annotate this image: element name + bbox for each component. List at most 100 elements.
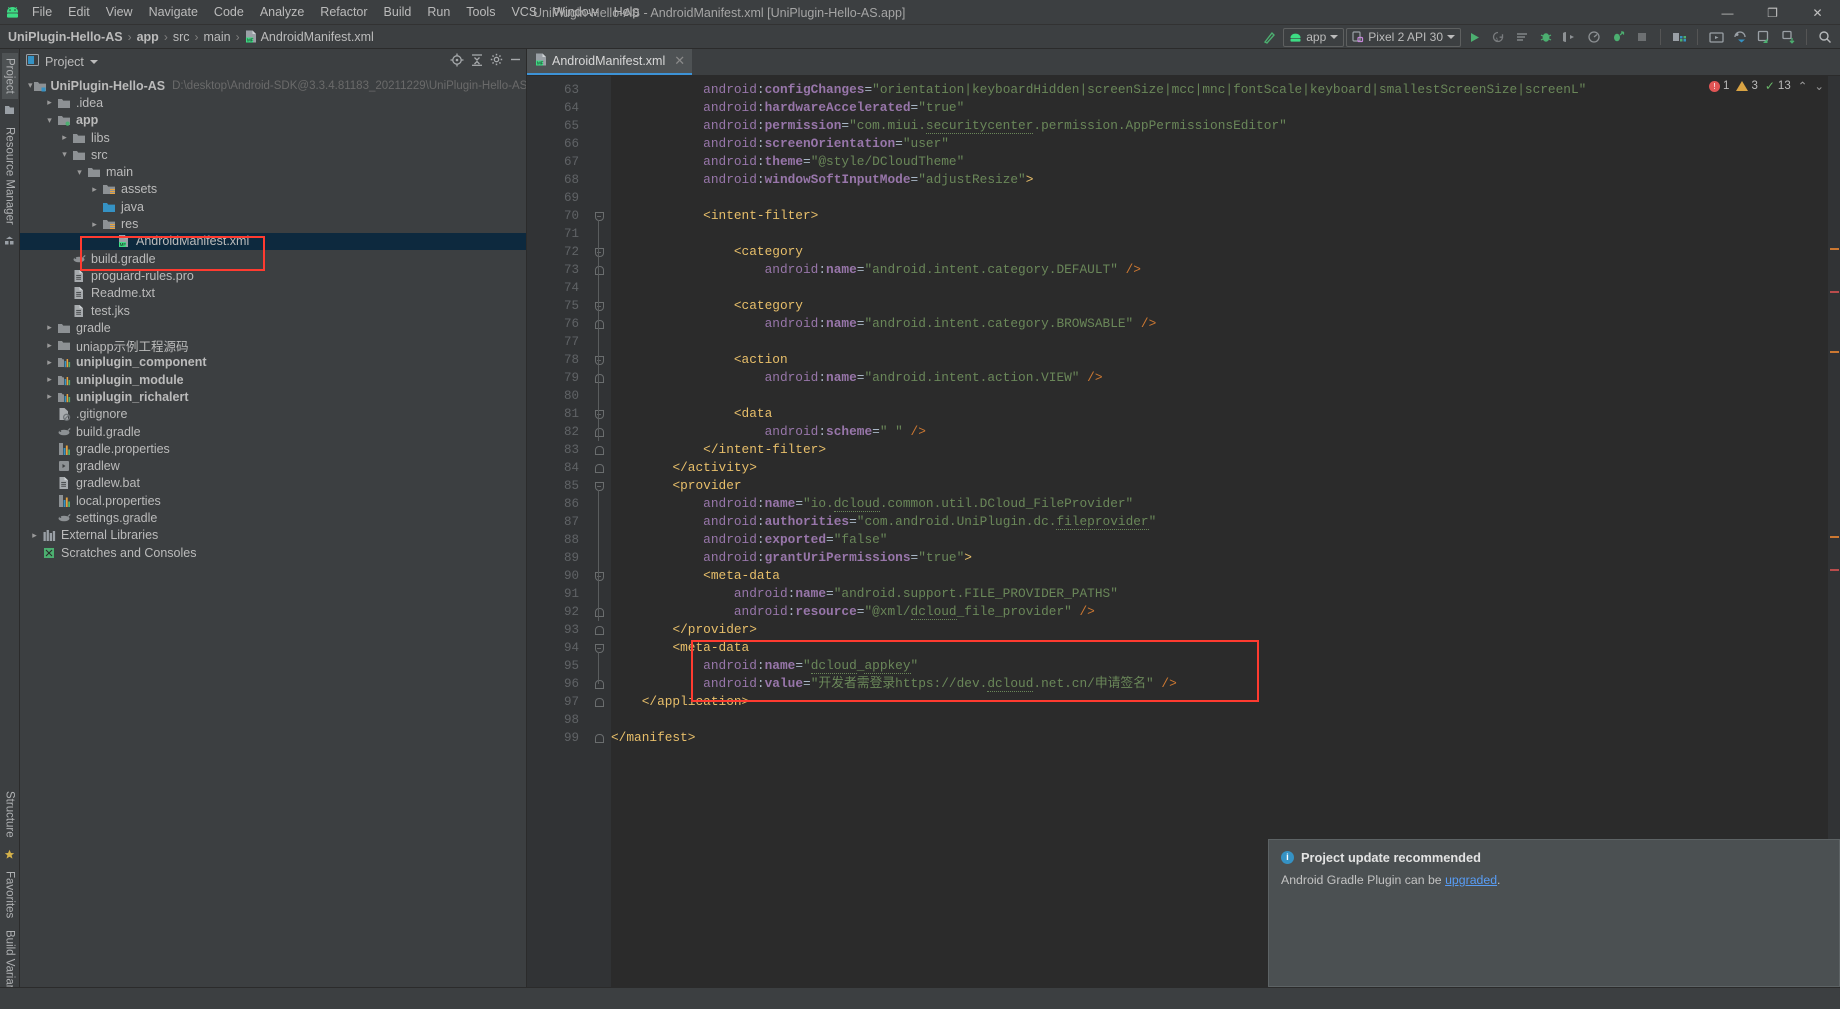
- code-line[interactable]: android:configChanges="orientation|keybo…: [611, 81, 1828, 99]
- code-line[interactable]: android:screenOrientation="user": [611, 135, 1828, 153]
- fold-toggle-icon[interactable]: −: [587, 477, 611, 495]
- module-selector[interactable]: app: [1283, 27, 1345, 47]
- tree-row[interactable]: ▸proguard-rules.pro: [20, 267, 526, 284]
- profile-icon[interactable]: [1583, 26, 1605, 48]
- chevron-right-icon[interactable]: ▸: [88, 184, 101, 195]
- tree-row[interactable]: ▾ UniPlugin-Hello-AS D:\desktop\Android-SD…: [20, 77, 526, 94]
- code-line[interactable]: android:resource="@xml/dcloud_file_provi…: [611, 603, 1828, 621]
- rail-item-project[interactable]: Project: [1, 53, 18, 99]
- fold-toggle-icon[interactable]: [587, 369, 611, 387]
- code-line[interactable]: <intent-filter>: [611, 207, 1828, 225]
- menu-build[interactable]: Build: [376, 2, 420, 22]
- breadcrumb-project[interactable]: UniPlugin-Hello-AS: [8, 30, 123, 44]
- tree-row[interactable]: ▾ main: [20, 163, 526, 180]
- code-line[interactable]: android:permission="com.miui.securitycen…: [611, 117, 1828, 135]
- chevron-right-icon[interactable]: ▸: [58, 132, 71, 143]
- minimize-button[interactable]: —: [1705, 0, 1750, 25]
- code-line[interactable]: <data: [611, 405, 1828, 423]
- breadcrumb-app[interactable]: app: [137, 30, 159, 44]
- code-line[interactable]: android:name="android.intent.action.VIEW…: [611, 369, 1828, 387]
- code-folding-column[interactable]: − − − − − − − −: [587, 76, 611, 999]
- tree-row[interactable]: ▸ uniplugin_richalert: [20, 388, 526, 405]
- bookmarks-icon[interactable]: [4, 101, 15, 120]
- code-line[interactable]: </activity>: [611, 459, 1828, 477]
- run-with-coverage-icon[interactable]: [1511, 26, 1533, 48]
- layout-inspector-icon[interactable]: [1753, 26, 1775, 48]
- rail-item-favorites[interactable]: Favorites: [2, 866, 18, 923]
- tree-row[interactable]: ▸ assets: [20, 181, 526, 198]
- rail-item-resource-manager[interactable]: Resource Manager: [2, 122, 18, 230]
- chevron-down-icon[interactable]: ▾: [58, 149, 71, 160]
- code-line[interactable]: android:name="android.intent.category.DE…: [611, 261, 1828, 279]
- fold-toggle-icon[interactable]: −: [587, 297, 611, 315]
- menu-tools[interactable]: Tools: [458, 2, 503, 22]
- inspection-widget[interactable]: ! 1 3 ✓ 13 ⌃ ⌄: [1709, 79, 1824, 93]
- left-tool-rail[interactable]: Project Resource Manager Structure Favor…: [0, 49, 20, 1009]
- tree-row[interactable]: ▾ app: [20, 112, 526, 129]
- code-line[interactable]: [611, 711, 1828, 729]
- menu-navigate[interactable]: Navigate: [141, 2, 206, 22]
- chevron-right-icon[interactable]: ▸: [43, 374, 56, 385]
- upgrade-link[interactable]: upgraded: [1445, 873, 1497, 887]
- chevron-right-icon[interactable]: ▸: [43, 322, 56, 333]
- tree-row[interactable]: ▸gradle.properties: [20, 440, 526, 457]
- fold-toggle-icon[interactable]: −: [587, 639, 611, 657]
- menu-code[interactable]: Code: [206, 2, 252, 22]
- chevron-right-icon[interactable]: ▸: [28, 530, 41, 541]
- device-selector[interactable]: Pixel 2 API 30: [1346, 27, 1461, 47]
- warning-count[interactable]: 3: [1736, 80, 1758, 92]
- editor-tab-bar[interactable]: MF AndroidManifest.xml ✕: [527, 49, 1840, 76]
- code-line[interactable]: <meta-data: [611, 639, 1828, 657]
- chevron-down-icon[interactable]: ▾: [43, 115, 56, 126]
- menu-run[interactable]: Run: [419, 2, 458, 22]
- target-icon[interactable]: [450, 53, 464, 72]
- collapse-all-icon[interactable]: [470, 53, 484, 72]
- fold-toggle-icon[interactable]: −: [587, 207, 611, 225]
- tree-row[interactable]: ▸gradlew: [20, 458, 526, 475]
- debug-icon[interactable]: [1535, 26, 1557, 48]
- hide-panel-icon[interactable]: [509, 53, 522, 71]
- tree-row[interactable]: ▸ uniapp示例工程源码: [20, 336, 526, 354]
- code-line[interactable]: android:theme="@style/DCloudTheme": [611, 153, 1828, 171]
- menu-edit[interactable]: Edit: [60, 2, 98, 22]
- tree-row[interactable]: ▸java: [20, 198, 526, 215]
- tree-row[interactable]: ▸ External Libraries: [20, 527, 526, 544]
- fold-toggle-icon[interactable]: [587, 459, 611, 477]
- breadcrumb-main[interactable]: main: [203, 30, 230, 44]
- fold-toggle-icon[interactable]: [587, 423, 611, 441]
- breadcrumb-src[interactable]: src: [173, 30, 190, 44]
- project-panel-actions[interactable]: [450, 53, 522, 72]
- error-count[interactable]: ! 1: [1709, 80, 1729, 92]
- code-line[interactable]: android:exported="false": [611, 531, 1828, 549]
- chevron-right-icon[interactable]: ▸: [43, 391, 56, 402]
- breadcrumb-manifest[interactable]: AndroidManifest.xml: [261, 30, 374, 44]
- code-line[interactable]: android:hardwareAccelerated="true": [611, 99, 1828, 117]
- chevron-right-icon[interactable]: ▸: [88, 219, 101, 230]
- tree-row[interactable]: ▸ .idea: [20, 94, 526, 111]
- code-line[interactable]: <meta-data: [611, 567, 1828, 585]
- fold-toggle-icon[interactable]: [587, 621, 611, 639]
- project-tree[interactable]: ▾ UniPlugin-Hello-AS D:\desktop\Android-SD…: [20, 75, 526, 1009]
- code-line[interactable]: </manifest>: [611, 729, 1828, 747]
- code-line[interactable]: android:grantUriPermissions="true">: [611, 549, 1828, 567]
- code-line[interactable]: [611, 387, 1828, 405]
- menu-refactor[interactable]: Refactor: [312, 2, 375, 22]
- run-icon[interactable]: [1463, 26, 1485, 48]
- tree-row[interactable]: ▸Readme.txt: [20, 285, 526, 302]
- menu-analyze[interactable]: Analyze: [252, 2, 312, 22]
- chevron-right-icon[interactable]: ▸: [43, 357, 56, 368]
- code-line[interactable]: android:value="开发者需登录https://dev.dcloud.…: [611, 675, 1828, 693]
- code-line[interactable]: <action: [611, 351, 1828, 369]
- weak-warning-count[interactable]: ✓ 13: [1765, 79, 1791, 93]
- fold-toggle-icon[interactable]: −: [587, 243, 611, 261]
- tree-row[interactable]: ▸build.gradle: [20, 423, 526, 440]
- code-line[interactable]: android:name="dcloud_appkey": [611, 657, 1828, 675]
- notification-balloon[interactable]: i Project update recommended Android Gra…: [1268, 839, 1840, 987]
- code-line[interactable]: android:windowSoftInputMode="adjustResiz…: [611, 171, 1828, 189]
- tree-row[interactable]: ▸.gitignore: [20, 406, 526, 423]
- chevron-right-icon[interactable]: ▸: [43, 97, 56, 108]
- code-line[interactable]: <provider: [611, 477, 1828, 495]
- code-line[interactable]: </intent-filter>: [611, 441, 1828, 459]
- breadcrumb[interactable]: UniPlugin-Hello-AS › app › src › main › …: [0, 30, 374, 44]
- close-icon[interactable]: ✕: [674, 53, 685, 69]
